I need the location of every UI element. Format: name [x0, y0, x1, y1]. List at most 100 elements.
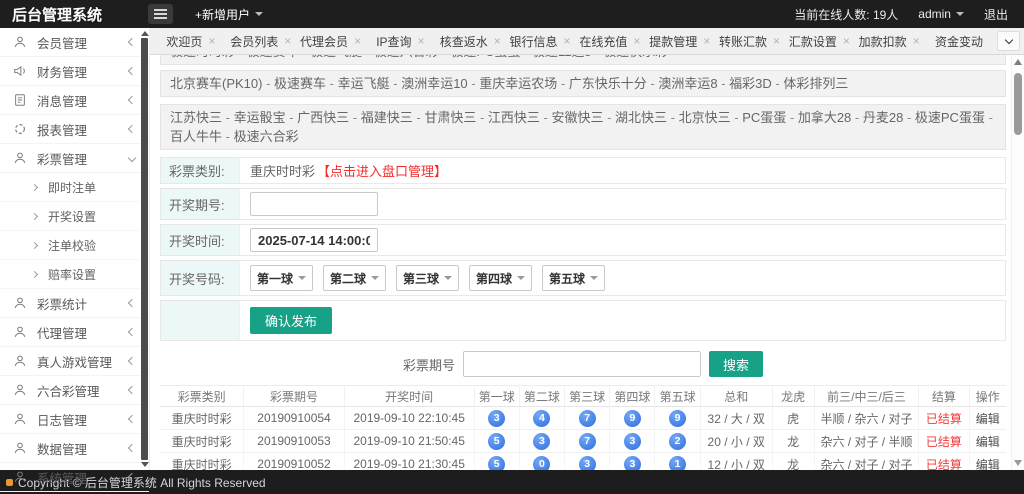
game-link[interactable]: 福建快三: [361, 110, 413, 125]
tab-online-deposit[interactable]: 在线充值×: [575, 33, 645, 50]
sidebar-subitem-draw-settings[interactable]: 开奖设置: [0, 202, 149, 231]
tab-welcome[interactable]: 欢迎页×: [156, 33, 226, 50]
issue-input[interactable]: [250, 192, 378, 216]
tab-rebate-check[interactable]: 核查返水×: [435, 33, 505, 50]
game-link[interactable]: 极速PC蛋蛋: [450, 55, 520, 59]
game-link[interactable]: 澳洲幸运10: [401, 76, 467, 91]
game-link[interactable]: 江西快三: [488, 110, 540, 125]
main-scrollbar[interactable]: [1011, 55, 1024, 470]
game-link[interactable]: 极速PC蛋蛋: [915, 110, 985, 125]
sidebar-scrollbar-thumb[interactable]: [141, 38, 148, 460]
game-link[interactable]: 加拿大28: [798, 110, 851, 125]
file-icon: [13, 93, 28, 108]
game-link[interactable]: 体彩排列三: [783, 76, 848, 91]
time-input[interactable]: [250, 228, 378, 252]
search-input[interactable]: [463, 351, 701, 377]
tab-withdraw-manage[interactable]: 提款管理×: [645, 33, 715, 50]
scroll-down-icon[interactable]: [141, 462, 149, 467]
close-icon[interactable]: ×: [354, 35, 361, 47]
sidebar-item-live-games[interactable]: 真人游戏管理: [0, 347, 149, 376]
sidebar-subitem-instant-orders[interactable]: 即时注单: [0, 173, 149, 202]
game-link[interactable]: 极速赛车: [274, 76, 326, 91]
search-button[interactable]: 搜索: [709, 351, 763, 377]
edit-link[interactable]: 编辑: [976, 435, 1000, 449]
ball-select[interactable]: 第三球: [396, 265, 459, 291]
horn-icon: [13, 64, 28, 79]
game-link[interactable]: PC蛋蛋: [742, 110, 786, 125]
logout-button[interactable]: 退出: [984, 6, 1008, 23]
game-link[interactable]: 澳洲幸运8: [658, 76, 717, 91]
ball-select[interactable]: 第四球: [469, 265, 532, 291]
close-icon[interactable]: ×: [913, 35, 920, 47]
tab-member-list[interactable]: 会员列表×: [226, 33, 296, 50]
ball-select[interactable]: 第一球: [250, 265, 313, 291]
sidebar-item-lottery-stats[interactable]: 彩票统计: [0, 289, 149, 318]
edit-link[interactable]: 编辑: [976, 458, 1000, 471]
ball-select[interactable]: 第五球: [542, 265, 605, 291]
tab-ip-query[interactable]: IP查询×: [365, 33, 435, 50]
sidebar-item-message[interactable]: 消息管理: [0, 86, 149, 115]
cell-category: 重庆时时彩: [160, 407, 244, 430]
scroll-down-icon[interactable]: [1014, 460, 1022, 466]
tab-fund-changes[interactable]: 资金变动: [924, 33, 994, 50]
game-link[interactable]: 广东快乐十分: [569, 76, 647, 91]
sidebar-subitem-odds-settings[interactable]: 赔率设置: [0, 260, 149, 289]
game-link[interactable]: 幸运飞艇: [338, 76, 390, 91]
ball-select[interactable]: 第二球: [323, 265, 386, 291]
sidebar-item-mark-six[interactable]: 六合彩管理: [0, 376, 149, 405]
sidebar-item-logs[interactable]: 日志管理: [0, 405, 149, 434]
sidebar-subitem-order-check[interactable]: 注单校验: [0, 231, 149, 260]
game-link[interactable]: 极速飞艇: [310, 55, 362, 59]
sidebar-item-lottery[interactable]: 彩票管理: [0, 144, 149, 173]
hamburger-icon[interactable]: [148, 4, 173, 24]
market-link[interactable]: 【点击进入盘口管理】: [317, 161, 447, 180]
game-link[interactable]: 湖北快三: [615, 110, 667, 125]
sidebar-item-report[interactable]: 报表管理: [0, 115, 149, 144]
close-icon[interactable]: ×: [773, 35, 780, 47]
tab-add-deduct[interactable]: 加款扣款×: [854, 33, 924, 50]
game-link[interactable]: 百人牛牛: [170, 129, 222, 144]
scroll-up-icon[interactable]: [141, 31, 149, 36]
tab-remit-settings[interactable]: 汇款设置×: [784, 33, 854, 50]
sidebar-item-data[interactable]: 数据管理: [0, 434, 149, 463]
new-user-button[interactable]: +新增用户: [195, 6, 263, 23]
close-icon[interactable]: ×: [703, 35, 710, 47]
game-link[interactable]: 极速11选5: [532, 55, 592, 59]
sidebar-item-agent[interactable]: 代理管理: [0, 318, 149, 347]
tab-transfer-remit[interactable]: 转账汇款×: [715, 33, 785, 50]
game-link[interactable]: 丹麦28: [863, 110, 903, 125]
game-link[interactable]: 极速六合彩: [234, 129, 299, 144]
edit-link[interactable]: 编辑: [976, 412, 1000, 426]
sidebar-item-system[interactable]: 系统管理: [0, 463, 149, 492]
game-link[interactable]: 极速快乐彩: [603, 55, 668, 59]
close-icon[interactable]: ×: [284, 35, 291, 47]
tab-overflow-button[interactable]: [997, 31, 1020, 51]
main-scrollbar-thumb[interactable]: [1014, 73, 1022, 135]
game-link[interactable]: 福彩3D: [729, 76, 772, 91]
game-link[interactable]: 北京赛车(PK10): [170, 76, 262, 91]
close-icon[interactable]: ×: [208, 35, 215, 47]
scroll-up-icon[interactable]: [1014, 59, 1022, 65]
tab-bank-info[interactable]: 银行信息×: [505, 33, 575, 50]
game-link[interactable]: 安徽快三: [551, 110, 603, 125]
publish-button[interactable]: 确认发布: [250, 307, 332, 334]
game-link[interactable]: 极速时时彩: [170, 55, 235, 59]
close-icon[interactable]: ×: [633, 35, 640, 47]
user-menu[interactable]: admin: [918, 7, 964, 21]
game-link[interactable]: 江苏快三: [170, 110, 222, 125]
game-link[interactable]: 重庆幸运农场: [479, 76, 557, 91]
sidebar-item-finance[interactable]: 财务管理: [0, 57, 149, 86]
game-link[interactable]: 甘肃快三: [424, 110, 476, 125]
game-link[interactable]: 广西快三: [297, 110, 349, 125]
close-icon[interactable]: ×: [564, 35, 571, 47]
sidebar-scrollbar[interactable]: [140, 28, 149, 470]
game-link[interactable]: 幸运骰宝: [234, 110, 286, 125]
close-icon[interactable]: ×: [418, 35, 425, 47]
tab-agent-member[interactable]: 代理会员×: [296, 33, 366, 50]
game-link[interactable]: 极速六合彩: [374, 55, 439, 59]
game-link[interactable]: 北京快三: [679, 110, 731, 125]
sidebar-item-member[interactable]: 会员管理: [0, 28, 149, 57]
close-icon[interactable]: ×: [494, 35, 501, 47]
close-icon[interactable]: ×: [843, 35, 850, 47]
game-link[interactable]: 极速赛车: [247, 55, 299, 59]
